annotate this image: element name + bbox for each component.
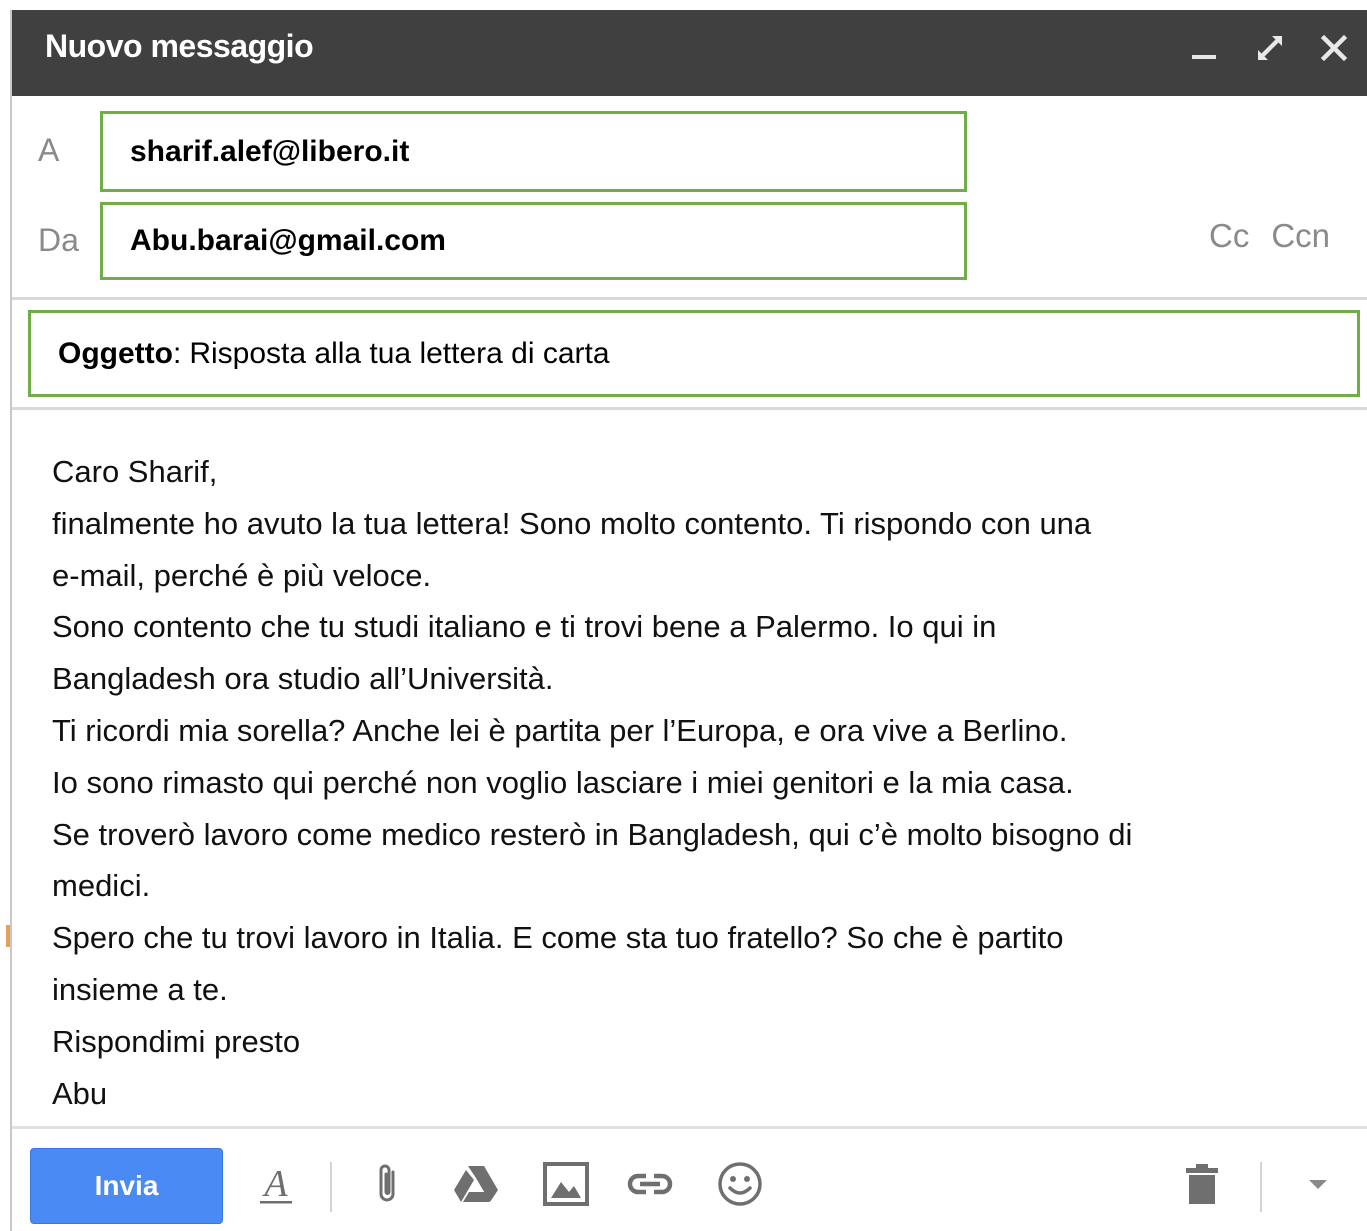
- discard-button[interactable]: [1178, 1160, 1226, 1208]
- to-value: sharif.alef@libero.it: [130, 134, 410, 168]
- emoji-button[interactable]: [716, 1160, 764, 1208]
- to-label: A: [38, 132, 60, 168]
- header-divider: [12, 297, 1367, 300]
- svg-text:A: A: [261, 1163, 288, 1205]
- subject-separator: :: [172, 336, 182, 370]
- minimize-icon: [1192, 55, 1216, 59]
- subject-field[interactable]: Oggetto: Risposta alla tua lettera di car…: [28, 310, 1360, 397]
- close-icon: [1320, 34, 1348, 62]
- toolbar-separator: [330, 1162, 332, 1212]
- compose-title: Nuovo messaggio: [45, 28, 314, 64]
- body-line: Rispondimi presto: [52, 1023, 301, 1059]
- compose-window: Nuovo messaggio A sharif.alef@libero.it …: [10, 10, 1367, 1231]
- insert-link-icon: [627, 1173, 673, 1195]
- insert-photo-button[interactable]: [542, 1160, 590, 1208]
- toolbar-separator: [1260, 1162, 1262, 1212]
- bcc-link[interactable]: Ccn: [1271, 217, 1330, 254]
- compose-title-bar: Nuovo messaggio: [12, 10, 1367, 96]
- body-line: Ti ricordi mia sorella? Anche lei è part…: [52, 712, 1068, 748]
- body-line: Sono contento che tu studi italiano e ti…: [52, 609, 997, 645]
- expand-icon: [1258, 36, 1282, 60]
- cc-bcc-links: Cc Ccn: [1209, 217, 1352, 255]
- drive-button[interactable]: [452, 1160, 500, 1208]
- subject-label: Oggetto: [58, 336, 173, 370]
- body-line: e-mail, perché è più veloce.: [52, 557, 432, 593]
- insert-link-button[interactable]: [626, 1160, 674, 1208]
- trash-icon: [1186, 1164, 1218, 1204]
- body-line: Caro Sharif,: [52, 454, 218, 489]
- formatting-button[interactable]: A: [252, 1160, 300, 1208]
- left-edge-marker: [6, 925, 10, 947]
- insert-photo-icon: [543, 1162, 589, 1206]
- attach-button[interactable]: [364, 1160, 412, 1208]
- body-line: Se troverò lavoro come medico resterò in…: [52, 816, 1133, 852]
- attach-icon: [379, 1164, 395, 1202]
- from-value: Abu.barai@gmail.com: [130, 224, 446, 257]
- message-body[interactable]: Caro Sharif, finalmente ho avuto la tua …: [52, 446, 1352, 1119]
- more-options-icon: [1309, 1180, 1327, 1189]
- subject-value: Risposta alla tua lettera di carta: [189, 336, 610, 370]
- from-field[interactable]: Abu.barai@gmail.com: [100, 202, 967, 280]
- minimize-button[interactable]: [1184, 28, 1224, 68]
- send-button[interactable]: Invia: [30, 1148, 223, 1224]
- text-format-icon: A: [260, 1163, 292, 1205]
- drive-icon: [454, 1166, 498, 1202]
- body-line: Bangladesh ora studio all’Università.: [52, 661, 554, 697]
- emoji-icon: [718, 1162, 762, 1206]
- from-label: Da: [38, 222, 79, 258]
- body-line: insieme a te.: [52, 971, 228, 1007]
- close-button[interactable]: [1314, 28, 1354, 68]
- toolbar-divider: [12, 1126, 1367, 1129]
- subject-divider: [12, 407, 1367, 410]
- expand-button[interactable]: [1250, 28, 1290, 68]
- to-field[interactable]: sharif.alef@libero.it: [100, 111, 967, 192]
- body-line: Abu: [52, 1075, 108, 1111]
- body-line: Io sono rimasto qui perché non voglio la…: [52, 764, 1074, 800]
- cc-link[interactable]: Cc: [1209, 217, 1249, 254]
- body-line: medici.: [52, 868, 151, 904]
- body-line: Spero che tu trovi lavoro in Italia. E c…: [52, 920, 1064, 956]
- more-options-button[interactable]: [1294, 1160, 1342, 1208]
- body-line: finalmente ho avuto la tua lettera! Sono…: [52, 505, 1092, 541]
